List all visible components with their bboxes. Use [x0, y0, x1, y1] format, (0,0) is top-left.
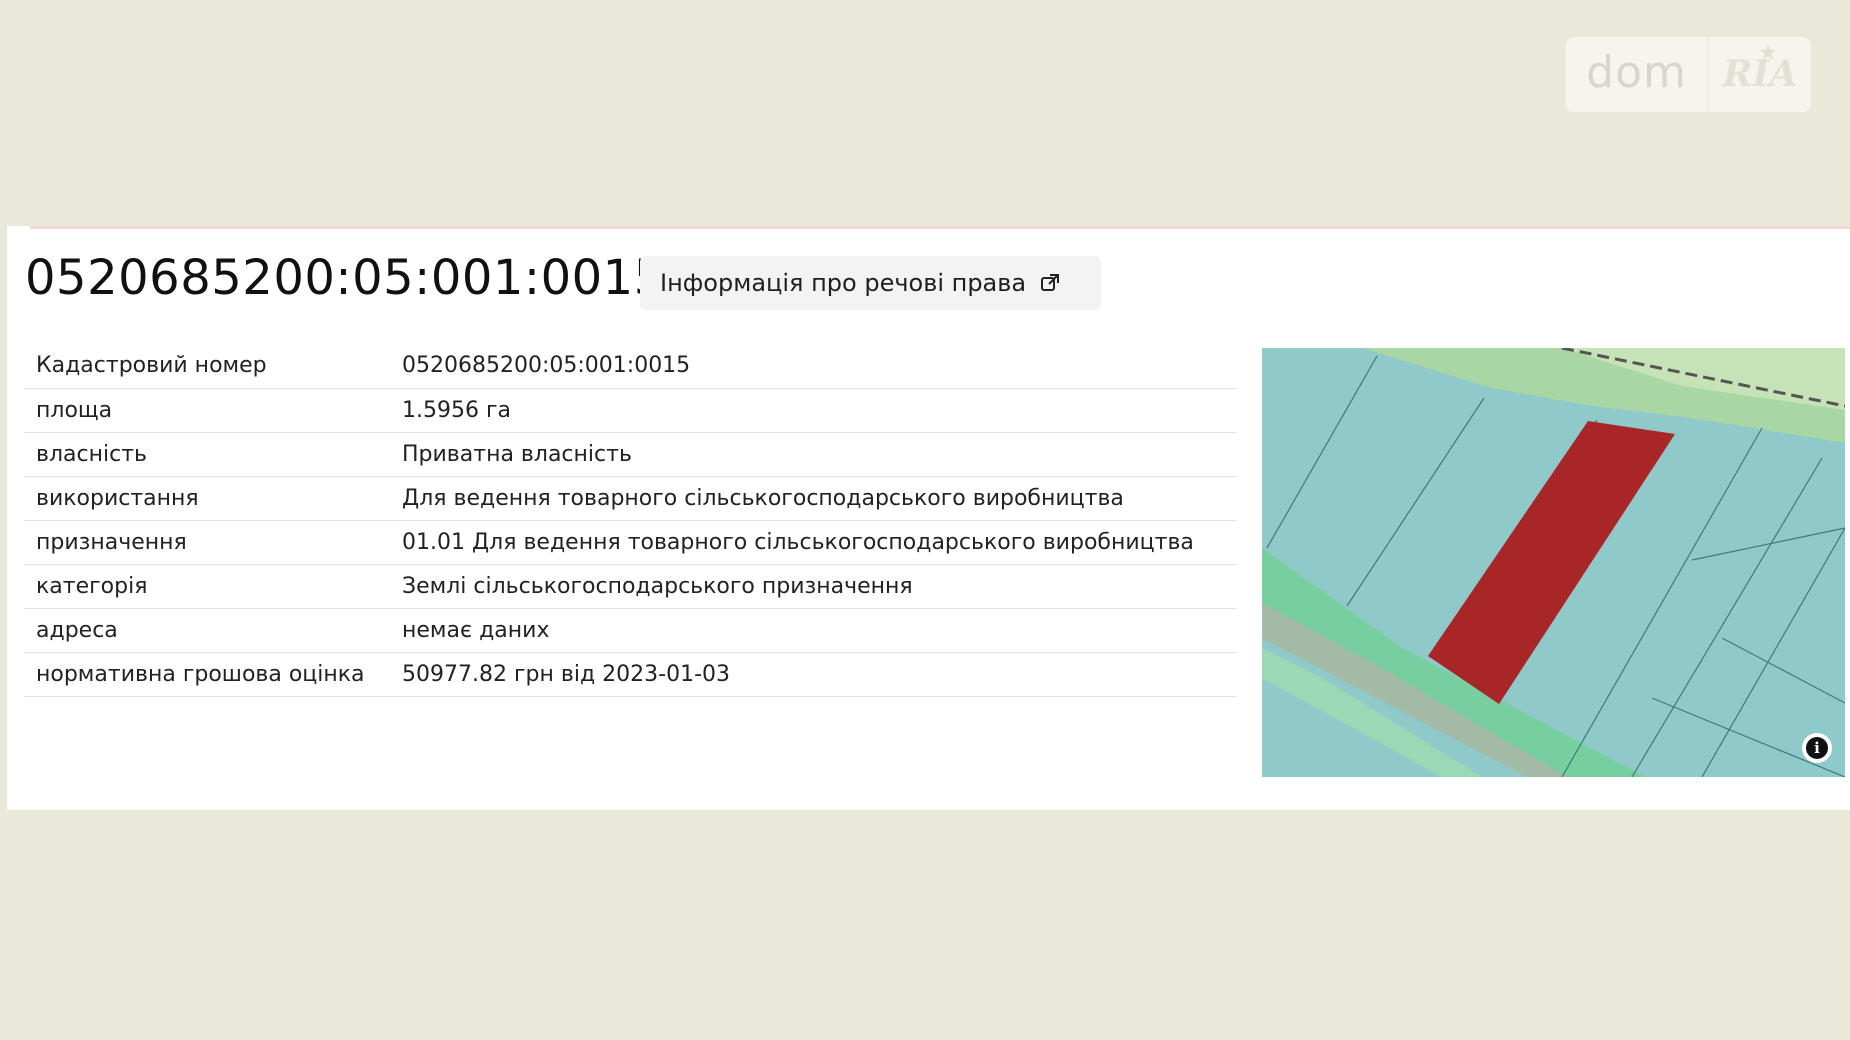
info-row-value: 0520685200:05:001:0015	[402, 353, 691, 379]
info-row-label: призначення	[36, 529, 187, 555]
info-row: Кадастровий номер 0520685200:05:001:0015	[24, 344, 1236, 388]
info-row: площа 1.5956 га	[24, 388, 1236, 432]
info-row-value: Землі сільськогосподарського призначення	[402, 573, 913, 599]
map-info-button[interactable]: i	[1802, 733, 1832, 763]
external-link-icon	[1041, 274, 1060, 291]
logo-star-icon: ★	[1759, 40, 1777, 64]
property-rights-label: Інформація про речові права	[660, 269, 1027, 297]
info-row-label: власність	[36, 441, 147, 467]
map-canvas	[1262, 348, 1845, 777]
info-row-label: нормативна грошова оцінка	[36, 661, 365, 687]
info-row: використання Для ведення товарного сільсь…	[24, 476, 1236, 520]
logo-ria-text: ★ RIA	[1709, 37, 1811, 112]
info-row-label: використання	[36, 485, 199, 511]
property-rights-button[interactable]: Інформація про речові права	[640, 256, 1101, 310]
info-row: адреса немає даних	[24, 608, 1236, 652]
info-row-label: адреса	[36, 617, 118, 643]
info-row-label: категорія	[36, 573, 148, 599]
info-row-value: Приватна власність	[402, 441, 632, 467]
info-row: категорія Землі сільськогосподарського пр…	[24, 564, 1236, 608]
domria-logo: dom ★ RIA	[1566, 37, 1811, 112]
info-row-value: Для ведення товарного сільськогосподарсь…	[402, 485, 1124, 511]
info-row: власність Приватна власність	[24, 432, 1236, 476]
info-row-value: 1.5956 га	[402, 397, 512, 423]
info-row-value: немає даних	[402, 617, 550, 643]
info-row-label: площа	[36, 397, 113, 423]
info-row-label: Кадастровий номер	[36, 353, 267, 379]
parcel-info-table: Кадастровий номер 0520685200:05:001:0015 п…	[24, 344, 1236, 697]
info-row: призначення 01.01 Для ведення товарного с…	[24, 520, 1236, 564]
info-icon: i	[1806, 737, 1828, 759]
info-row-value: 50977.82 грн від 2023-01-03	[402, 661, 731, 687]
parcel-card: 0520685200:05:001:0015 Інформація про ре…	[7, 226, 1850, 810]
info-row: нормативна грошова оцінка 50977.82 грн ві…	[24, 652, 1236, 696]
logo-dom-text: dom	[1566, 37, 1709, 112]
info-row-value: 01.01 Для ведення товарного сільськогосп…	[402, 529, 1194, 555]
card-top-border	[30, 226, 1850, 229]
parcel-title: 0520685200:05:001:0015	[25, 250, 665, 306]
parcel-map[interactable]: i	[1262, 348, 1845, 777]
